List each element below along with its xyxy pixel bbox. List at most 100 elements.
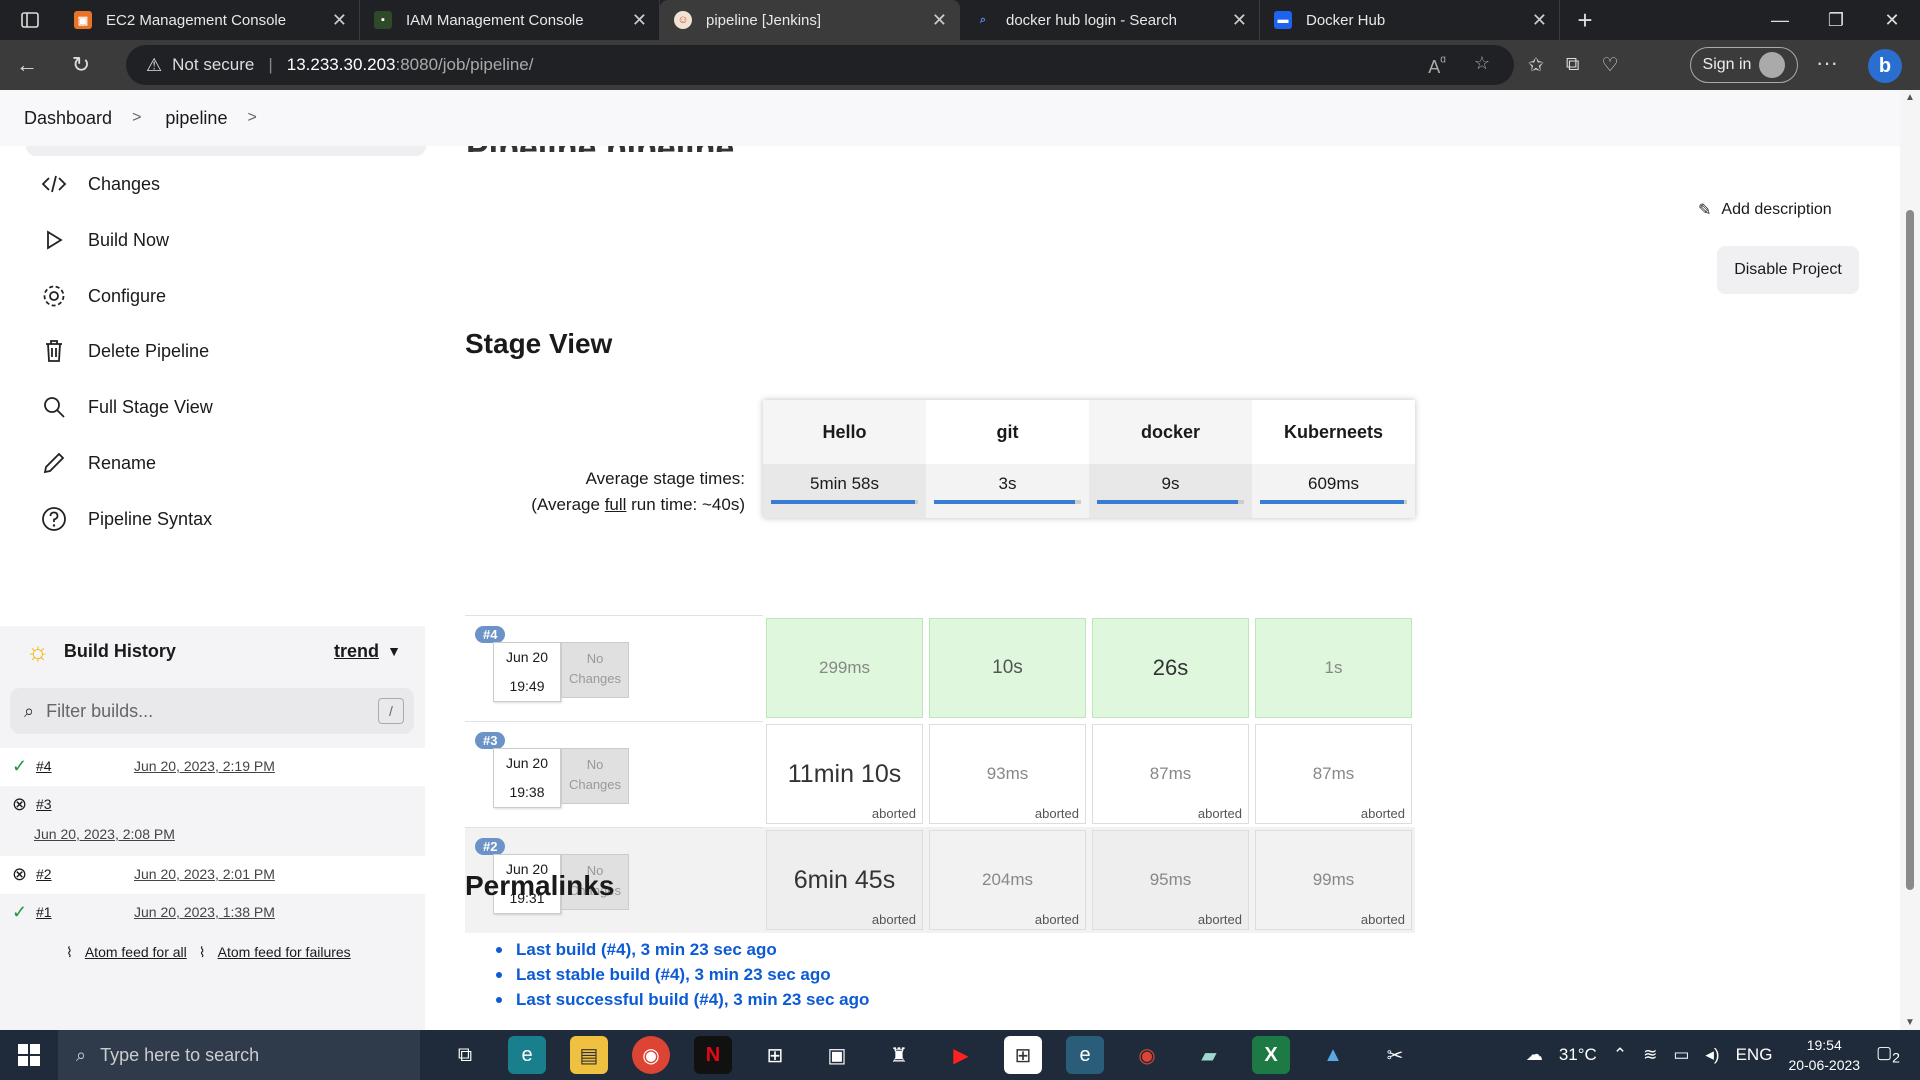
add-description-button[interactable]: ✎ Add description: [1698, 200, 1832, 220]
disable-project-button[interactable]: Disable Project: [1717, 246, 1859, 294]
photos-icon[interactable]: ▲: [1314, 1036, 1352, 1074]
permalink-item[interactable]: Last build (#4), 3 min 23 sec ago: [496, 940, 869, 960]
minimize-icon[interactable]: —: [1752, 0, 1808, 40]
close-tab-icon[interactable]: ✕: [932, 10, 947, 31]
build-number-link[interactable]: #4: [36, 758, 52, 774]
close-tab-icon[interactable]: ✕: [332, 10, 347, 31]
excel-icon[interactable]: X: [1252, 1036, 1290, 1074]
favorites-icon[interactable]: ✩: [1528, 54, 1544, 77]
stage-cell[interactable]: 26s: [1092, 618, 1249, 718]
network-app-icon[interactable]: ⊞: [756, 1036, 794, 1074]
browser-tab-dockerhub[interactable]: ▬ Docker Hub ✕: [1260, 0, 1560, 40]
stage-cell[interactable]: 99ms aborted: [1255, 830, 1412, 930]
stage-cell[interactable]: 204ms aborted: [929, 830, 1086, 930]
stage-cell[interactable]: 95ms aborted: [1092, 830, 1249, 930]
performance-icon[interactable]: ♡: [1602, 54, 1619, 77]
read-aloud-icon[interactable]: Aᵅ: [1428, 53, 1446, 78]
sidebar-item-rename[interactable]: Rename: [40, 443, 156, 483]
netflix-icon[interactable]: N: [694, 1036, 732, 1074]
filter-builds-input[interactable]: ⌕ Filter builds... /: [10, 688, 414, 734]
stage-cell[interactable]: 299ms: [766, 618, 923, 718]
file-explorer-icon[interactable]: ▤: [570, 1036, 608, 1074]
atom-feed-failures-link[interactable]: Atom feed for failures: [218, 944, 351, 961]
tab-actions-icon[interactable]: [0, 0, 60, 40]
close-tab-icon[interactable]: ✕: [1532, 10, 1547, 31]
page-scrollbar[interactable]: ▲ ▼: [1900, 90, 1920, 1030]
clock[interactable]: 19:54 20-06-2023: [1788, 1035, 1860, 1075]
bing-chat-icon[interactable]: b: [1868, 49, 1902, 83]
run-badge[interactable]: #4: [475, 626, 506, 643]
browser-tab-jenkins[interactable]: ☺ pipeline [Jenkins] ✕: [660, 0, 960, 40]
run-badge[interactable]: #3: [475, 732, 506, 749]
wifi-icon[interactable]: ≋: [1643, 1045, 1657, 1065]
build-date-link[interactable]: Jun 20, 2023, 2:01 PM: [134, 866, 275, 882]
sidebar-item-full-stage-view[interactable]: Full Stage View: [40, 387, 213, 427]
chrome-icon[interactable]: ◉: [632, 1036, 670, 1074]
edge-icon[interactable]: e: [508, 1036, 546, 1074]
build-date-link[interactable]: Jun 20, 2023, 2:19 PM: [134, 758, 275, 774]
notifications-icon[interactable]: ▢2: [1876, 1043, 1900, 1066]
new-tab-button[interactable]: +: [1560, 0, 1610, 40]
breadcrumb-dashboard[interactable]: Dashboard: [24, 108, 112, 129]
build-row[interactable]: ⊗ #3 Jun 20, 2023, 2:08 PM: [0, 786, 425, 856]
browser-tab-ec2[interactable]: ▣ EC2 Management Console ✕: [60, 0, 360, 40]
stage-cell[interactable]: 1s: [1255, 618, 1412, 718]
chevron-down-icon[interactable]: ▼: [387, 643, 401, 659]
scroll-down-arrow-icon[interactable]: ▼: [1905, 1017, 1915, 1028]
app-icon[interactable]: ♜: [880, 1036, 918, 1074]
battery-icon[interactable]: ▭: [1673, 1045, 1689, 1065]
permalink-item[interactable]: Last stable build (#4), 3 min 23 sec ago: [496, 965, 869, 985]
build-number-link[interactable]: #3: [36, 796, 52, 812]
back-icon[interactable]: ←: [0, 52, 54, 78]
sign-in-button[interactable]: Sign in: [1690, 47, 1798, 83]
run-changes[interactable]: No Changes: [561, 748, 629, 804]
chevron-up-icon[interactable]: ⌃: [1613, 1045, 1627, 1065]
permalink-text[interactable]: Last successful build (#4), 3 min 23 sec…: [516, 990, 869, 1010]
stage-cell[interactable]: 10s: [929, 618, 1086, 718]
store-icon[interactable]: ⊞: [1004, 1036, 1042, 1074]
breadcrumb-pipeline[interactable]: pipeline: [165, 108, 227, 129]
run-changes[interactable]: No Changes: [561, 642, 629, 698]
close-window-icon[interactable]: ✕: [1864, 0, 1920, 40]
more-options-icon[interactable]: ···: [1816, 50, 1838, 76]
chrome-profile-icon[interactable]: ◉: [1128, 1036, 1166, 1074]
weather-icon[interactable]: ☁: [1526, 1045, 1543, 1065]
build-date-link[interactable]: Jun 20, 2023, 2:08 PM: [34, 826, 175, 842]
close-tab-icon[interactable]: ✕: [1232, 10, 1247, 31]
youtube-icon[interactable]: ▶: [942, 1036, 980, 1074]
windows-start-icon[interactable]: [0, 1044, 58, 1066]
build-row[interactable]: ⊗ #2 Jun 20, 2023, 2:01 PM: [0, 856, 425, 894]
refresh-icon[interactable]: ↻: [54, 52, 108, 78]
language-indicator[interactable]: ENG: [1736, 1045, 1773, 1065]
collections-icon[interactable]: ⧉: [1566, 54, 1580, 76]
stage-cell[interactable]: 93ms aborted: [929, 724, 1086, 824]
volume-icon[interactable]: ◂): [1705, 1045, 1719, 1065]
taskbar-search-input[interactable]: ⌕ Type here to search: [58, 1030, 420, 1080]
stage-cell[interactable]: 6min 45s aborted: [766, 830, 923, 930]
permalink-item[interactable]: Last successful build (#4), 3 min 23 sec…: [496, 990, 869, 1010]
scrollbar-thumb[interactable]: [1906, 210, 1914, 890]
scroll-up-arrow-icon[interactable]: ▲: [1905, 92, 1915, 103]
build-row[interactable]: ✓ #1 Jun 20, 2023, 1:38 PM: [0, 894, 425, 932]
chevron-right-icon[interactable]: >: [132, 109, 141, 127]
run-badge[interactable]: #2: [475, 838, 506, 855]
task-view-icon[interactable]: ⧉: [446, 1036, 484, 1074]
url-field[interactable]: ⚠ Not secure | 13.233.30.203 :8080/job/p…: [126, 45, 1514, 85]
permalink-text[interactable]: Last stable build (#4), 3 min 23 sec ago: [516, 965, 831, 985]
restore-icon[interactable]: ❐: [1808, 0, 1864, 40]
weather-temp[interactable]: 31°C: [1559, 1045, 1597, 1065]
sidebar-item-configure[interactable]: Configure: [40, 276, 166, 316]
browser-tab-search[interactable]: ⌕ docker hub login - Search ✕: [960, 0, 1260, 40]
remote-desktop-icon[interactable]: ▣: [818, 1036, 856, 1074]
edge-active-icon[interactable]: e: [1066, 1036, 1104, 1074]
stage-cell[interactable]: 11min 10s aborted: [766, 724, 923, 824]
notes-icon[interactable]: ▰: [1190, 1036, 1228, 1074]
stage-cell[interactable]: 87ms aborted: [1092, 724, 1249, 824]
build-row[interactable]: ✓ #4 Jun 20, 2023, 2:19 PM: [0, 748, 425, 786]
permalink-text[interactable]: Last build (#4), 3 min 23 sec ago: [516, 940, 777, 960]
sidebar-item-changes[interactable]: Changes: [40, 164, 160, 204]
chevron-right-icon[interactable]: >: [247, 109, 256, 127]
build-number-link[interactable]: #1: [36, 904, 52, 920]
snipping-tool-icon[interactable]: ✂: [1376, 1036, 1414, 1074]
sidebar-item-build-now[interactable]: Build Now: [40, 220, 169, 260]
